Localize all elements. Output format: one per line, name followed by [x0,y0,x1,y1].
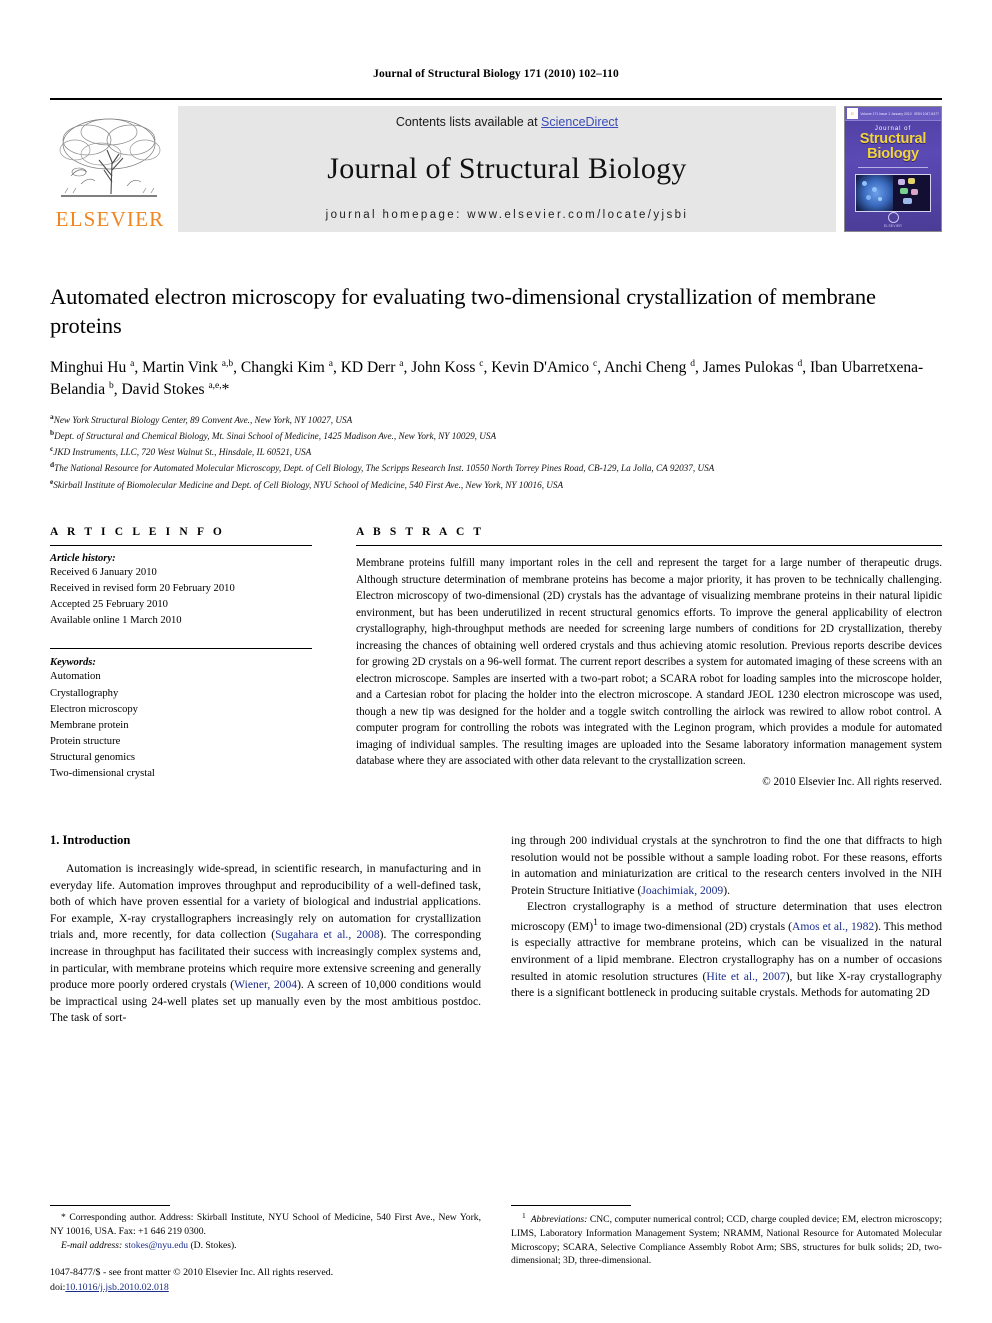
body-columns: 1. Introduction Automation is increasing… [50,833,942,1027]
affiliation-text: Skirball Institute of Biomolecular Medic… [53,479,564,490]
footnote-gutter [481,1205,511,1295]
keyword-item: Automation [50,671,101,683]
body-column-left: 1. Introduction Automation is increasing… [50,833,481,1027]
cover-divider [858,167,928,169]
journal-cover-thumbnail: E Volume 171 Issue 1 January 2010 ISSN 1… [844,106,942,232]
column-gutter [312,526,356,791]
title-block: Automated electron microscopy for evalua… [50,282,942,492]
section-heading-introduction: 1. Introduction [50,833,131,848]
abstract-column: A B S T R A C T Membrane proteins fulfil… [356,526,942,791]
article-info-column: A R T I C L E I N F O Article history: R… [50,526,312,791]
affiliation-list: aNew York Structural Biology Center, 89 … [50,411,942,493]
issn-line: 1047-8477/$ - see front matter © 2010 El… [50,1267,334,1279]
issn-copyright-block: 1047-8477/$ - see front matter © 2010 El… [50,1266,481,1295]
email-note: E-mail address: stokes@nyu.edu (D. Stoke… [61,1239,237,1251]
affiliation-text: Dept. of Structural and Chemical Biology… [54,430,497,441]
cover-title-line2: Biology [867,146,919,163]
affiliation-text: The National Resource for Automated Mole… [54,463,715,474]
running-head: Journal of Structural Biology 171 (2010)… [373,68,619,80]
intro-paragraph-right-2: Electron crystallography is a method of … [511,900,943,1000]
footnote-column-right: 1 Abbreviations: CNC, computer numerical… [511,1205,942,1295]
article-history-item: Accepted 25 February 2010 [50,599,168,611]
paper-page: Journal of Structural Biology 171 (2010)… [0,0,992,1323]
journal-band: Contents lists available at ScienceDirec… [178,106,836,232]
article-history-item: Received in revised form 20 February 201… [50,583,235,595]
affiliation-text: JKD Instruments, LLC, 720 West Walnut St… [53,447,312,458]
author-list: Minghui Hu a, Martin Vink a,b, Changki K… [50,358,924,398]
abbreviations-note: 1 Abbreviations: CNC, computer numerical… [511,1211,943,1267]
body-column-right: ing through 200 individual crystals at t… [511,833,942,1027]
cover-footer: ELSEVIER [845,212,941,228]
cover-figure-right [893,175,930,212]
article-history-group: Article history: Received 6 January 2010… [50,546,312,638]
sciencedirect-link[interactable]: ScienceDirect [541,115,618,129]
keyword-item: Protein structure [50,735,121,747]
doi-link[interactable]: 10.1016/j.jsb.2010.02.018 [65,1282,168,1293]
affiliation-item: cJKD Instruments, LLC, 720 West Walnut S… [50,443,942,459]
doi-line: doi:10.1016/j.jsb.2010.02.018 [50,1281,481,1295]
journal-masthead: ELSEVIER Contents lists available at Sci… [50,98,942,232]
article-history-item: Received 6 January 2010 [50,567,157,579]
abstract-label: A B S T R A C T [356,526,485,539]
contents-available-line: Contents lists available at ScienceDirec… [396,115,618,129]
footnote-row: * Corresponding author. Address: Skirbal… [50,1205,942,1295]
abstract-text: Membrane proteins fulfill many important… [356,557,942,768]
keywords-heading: Keywords: [50,657,96,669]
info-abstract-row: A R T I C L E I N F O Article history: R… [50,526,942,791]
cover-title-line1: Structural [859,131,927,147]
affiliation-item: eSkirball Institute of Biomolecular Medi… [50,476,942,492]
journal-homepage-line: journal homepage: www.elsevier.com/locat… [325,209,689,221]
elsevier-wordmark: ELSEVIER [55,207,165,231]
journal-title: Journal of Structural Biology [327,152,687,185]
cover-figure [855,174,931,213]
affiliation-text: New York Structural Biology Center, 89 C… [53,414,353,425]
affiliation-item: dThe National Resource for Automated Mol… [50,459,942,475]
article-history-heading: Article history: [50,553,116,565]
elsevier-logo: ELSEVIER [50,106,170,232]
body-gutter [481,833,511,1027]
cover-issn-text: ISSN 1047-8477 [913,111,939,116]
contents-prefix-text: Contents lists available at [395,115,542,129]
intro-paragraph-right-1: ing through 200 individual crystals at t… [511,834,942,897]
keyword-item: Structural genomics [50,751,136,763]
keyword-item: Crystallography [50,687,119,699]
cover-elsevier-icon: E [847,108,858,119]
cover-figure-left [856,175,893,212]
page-title: Automated electron microscopy for evalua… [50,284,876,339]
article-history-item: Available online 1 March 2010 [50,615,182,627]
abstract-body: Membrane proteins fulfill many important… [356,545,942,788]
cover-seal-text: ELSEVIER [884,224,902,228]
footnote-separator [511,1205,631,1207]
footnote-column-left: * Corresponding author. Address: Skirbal… [50,1205,481,1295]
keyword-item: Two-dimensional crystal [50,768,155,779]
affiliation-item: aNew York Structural Biology Center, 89 … [50,411,942,427]
keyword-item: Electron microscopy [50,703,138,715]
footnote-separator [50,1205,170,1207]
doi-prefix: doi: [50,1281,66,1293]
cover-volume-text: Volume 171 Issue 1 January 2010 [860,111,912,116]
abstract-copyright: © 2010 Elsevier Inc. All rights reserved… [762,775,942,788]
keyword-item: Membrane protein [50,719,129,731]
intro-paragraph-left: Automation is increasingly wide-spread, … [50,862,482,1025]
article-info-label: A R T I C L E I N F O [50,526,225,539]
affiliation-item: bDept. of Structural and Chemical Biolog… [50,427,942,443]
corresponding-author-note: * Corresponding author. Address: Skirbal… [50,1212,481,1238]
elsevier-tree-icon [59,118,161,197]
cover-seal-icon [887,212,899,223]
cover-topbar: E Volume 171 Issue 1 January 2010 ISSN 1… [845,107,941,121]
keywords-group: Keywords: Automation Crystallography Ele… [50,648,312,791]
